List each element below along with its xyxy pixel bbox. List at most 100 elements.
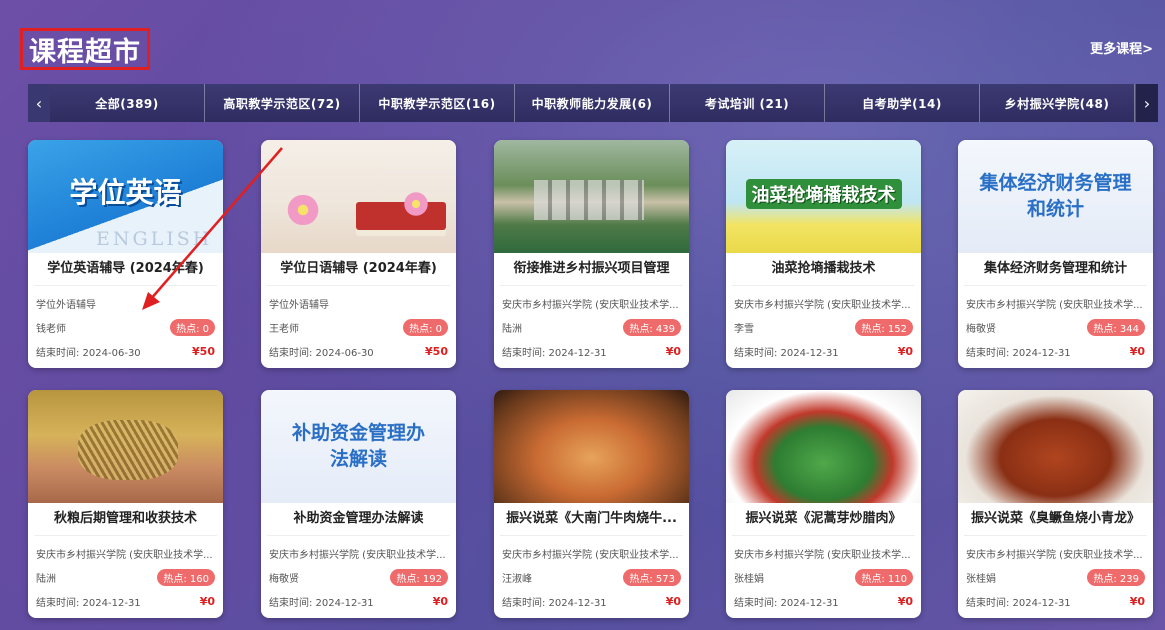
course-price: ¥0	[432, 595, 448, 608]
tabs-next-arrow-icon[interactable]: ›	[1135, 84, 1158, 122]
course-teacher-row: 张桂娟 热点: 239	[966, 569, 1145, 586]
flower-illustration	[283, 195, 323, 225]
course-price: ¥50	[425, 345, 448, 358]
course-teacher: 李雪	[734, 324, 754, 335]
course-org: 安庆市乡村振兴学院 (安庆职业技术学...	[502, 550, 679, 561]
hot-badge: 热点: 573	[623, 569, 681, 586]
course-card[interactable]: 集体经济财务管理和统计 集体经济财务管理和统计 安庆市乡村振兴学院 (安庆职业技…	[958, 140, 1153, 368]
grain-illustration	[78, 420, 178, 480]
more-courses-link[interactable]: 更多课程>	[1090, 38, 1153, 57]
course-end-row: 结束时间: 2024-12-31 ¥0	[734, 344, 913, 359]
course-thumbnail: 油菜抢墒播栽技术	[726, 140, 921, 253]
course-end-row: 结束时间: 2024-06-30 ¥50	[269, 344, 448, 359]
course-thumbnail	[958, 390, 1153, 503]
course-end-row: 结束时间: 2024-12-31 ¥0	[502, 344, 681, 359]
course-end-date: 结束时间: 2024-12-31	[734, 598, 839, 609]
course-card[interactable]: 振兴说菜《泥蒿芽炒腊肉》 安庆市乡村振兴学院 (安庆职业技术学... 张桂娟 热…	[726, 390, 921, 618]
course-teacher-row: 陆洲 热点: 160	[36, 569, 215, 586]
course-card[interactable]: 油菜抢墒播栽技术 油菜抢墒播栽技术 安庆市乡村振兴学院 (安庆职业技术学... …	[726, 140, 921, 368]
thumbnail-caption: 集体经济财务管理和统计	[979, 171, 1132, 220]
flower-illustration	[401, 192, 431, 216]
course-thumbnail: 学位英语 ENGLISH	[28, 140, 223, 253]
hot-badge: 热点: 0	[403, 319, 448, 336]
course-teacher: 陆洲	[36, 574, 56, 585]
course-price: ¥0	[199, 595, 215, 608]
hot-badge: 热点: 439	[623, 319, 681, 336]
course-thumbnail	[494, 140, 689, 253]
course-title: 集体经济财务管理和统计	[964, 253, 1147, 286]
course-end-date: 结束时间: 2024-06-30	[36, 348, 141, 359]
course-card[interactable]: 振兴说菜《臭鳜鱼烧小青龙》 安庆市乡村振兴学院 (安庆职业技术学... 张桂娟 …	[958, 390, 1153, 618]
course-teacher: 梅敬贤	[269, 574, 299, 585]
hot-badge: 热点: 160	[157, 569, 215, 586]
course-teacher: 张桂娟	[966, 574, 996, 585]
thumbnail-subcaption: ENGLISH	[96, 228, 213, 250]
course-teacher-row: 张桂娟 热点: 110	[734, 569, 913, 586]
course-price: ¥0	[1129, 345, 1145, 358]
tab-rural-revitalization[interactable]: 乡村振兴学院(48)	[980, 84, 1135, 122]
course-teacher-row: 梅敬贤 热点: 192	[269, 569, 448, 586]
header: 课程超市 更多课程>	[0, 0, 1165, 80]
course-thumbnail: 集体经济财务管理和统计	[958, 140, 1153, 253]
course-org: 安庆市乡村振兴学院 (安庆职业技术学...	[734, 550, 911, 561]
tab-self-study[interactable]: 自考助学(14)	[825, 84, 980, 122]
course-org: 安庆市乡村振兴学院 (安庆职业技术学...	[966, 300, 1143, 311]
course-org: 安庆市乡村振兴学院 (安庆职业技术学...	[502, 300, 679, 311]
course-org: 安庆市乡村振兴学院 (安庆职业技术学...	[966, 550, 1143, 561]
course-card[interactable]: 补助资金管理办法解读 补助资金管理办法解读 安庆市乡村振兴学院 (安庆职业技术学…	[261, 390, 456, 618]
course-title: 秋粮后期管理和收获技术	[34, 503, 217, 536]
course-price: ¥0	[897, 595, 913, 608]
course-price: ¥0	[897, 345, 913, 358]
tabs-prev-arrow-icon[interactable]: ‹	[28, 84, 50, 122]
village-illustration	[534, 180, 644, 220]
course-end-row: 结束时间: 2024-12-31 ¥0	[269, 594, 448, 609]
course-teacher-row: 钱老师 热点: 0	[36, 319, 215, 336]
course-title: 学位英语辅导 (2024年春)	[34, 253, 217, 286]
category-tabbar: ‹ 全部(389) 高职教学示范区(72) 中职教学示范区(16) 中职教师能力…	[28, 84, 1158, 122]
course-title: 振兴说菜《臭鳜鱼烧小青龙》	[964, 503, 1147, 536]
course-end-date: 结束时间: 2024-12-31	[966, 348, 1071, 359]
course-teacher: 张桂娟	[734, 574, 764, 585]
course-end-date: 结束时间: 2024-12-31	[502, 598, 607, 609]
course-title: 振兴说菜《大南门牛肉烧牛...	[500, 503, 683, 536]
tab-teacher-development[interactable]: 中职教师能力发展(6)	[515, 84, 670, 122]
tab-exam-training[interactable]: 考试培训 (21)	[670, 84, 825, 122]
course-thumbnail	[494, 390, 689, 503]
hot-badge: 热点: 110	[855, 569, 913, 586]
course-end-row: 结束时间: 2024-12-31 ¥0	[36, 594, 215, 609]
tab-secondary-vocational[interactable]: 中职教学示范区(16)	[360, 84, 515, 122]
hot-badge: 热点: 192	[390, 569, 448, 586]
course-teacher: 王老师	[269, 324, 299, 335]
course-end-row: 结束时间: 2024-12-31 ¥0	[734, 594, 913, 609]
course-card[interactable]: 衔接推进乡村振兴项目管理 安庆市乡村振兴学院 (安庆职业技术学... 陆洲 热点…	[494, 140, 689, 368]
course-teacher-row: 陆洲 热点: 439	[502, 319, 681, 336]
tab-higher-vocational[interactable]: 高职教学示范区(72)	[205, 84, 360, 122]
course-price: ¥0	[665, 595, 681, 608]
section-title: 课程超市	[29, 36, 141, 68]
course-org: 学位外语辅导	[36, 300, 96, 311]
thumbnail-caption: 油菜抢墒播栽技术	[745, 178, 902, 209]
course-end-date: 结束时间: 2024-12-31	[502, 348, 607, 359]
course-title: 补助资金管理办法解读	[267, 503, 450, 536]
course-teacher-row: 汪淑峰 热点: 573	[502, 569, 681, 586]
course-title: 衔接推进乡村振兴项目管理	[500, 253, 683, 286]
course-org: 安庆市乡村振兴学院 (安庆职业技术学...	[269, 550, 446, 561]
course-card[interactable]: 振兴说菜《大南门牛肉烧牛... 安庆市乡村振兴学院 (安庆职业技术学... 汪淑…	[494, 390, 689, 618]
course-teacher: 梅敬贤	[966, 324, 996, 335]
course-card[interactable]: 学位日语辅导 (2024年春) 学位外语辅导 王老师 热点: 0 结束时间: 2…	[261, 140, 456, 368]
course-card[interactable]: 秋粮后期管理和收获技术 安庆市乡村振兴学院 (安庆职业技术学... 陆洲 热点:…	[28, 390, 223, 618]
course-card[interactable]: 学位英语 ENGLISH 学位英语辅导 (2024年春) 学位外语辅导 钱老师 …	[28, 140, 223, 368]
course-end-row: 结束时间: 2024-06-30 ¥50	[36, 344, 215, 359]
course-end-date: 结束时间: 2024-12-31	[734, 348, 839, 359]
hot-badge: 热点: 344	[1087, 319, 1145, 336]
tab-all[interactable]: 全部(389)	[50, 84, 205, 122]
course-end-date: 结束时间: 2024-06-30	[269, 348, 374, 359]
hot-badge: 热点: 0	[170, 319, 215, 336]
course-teacher-row: 李雪 热点: 152	[734, 319, 913, 336]
course-teacher: 汪淑峰	[502, 574, 532, 585]
course-title: 学位日语辅导 (2024年春)	[267, 253, 450, 286]
course-org: 安庆市乡村振兴学院 (安庆职业技术学...	[734, 300, 911, 311]
course-org: 安庆市乡村振兴学院 (安庆职业技术学...	[36, 550, 213, 561]
course-title: 油菜抢墒播栽技术	[732, 253, 915, 286]
course-thumbnail	[726, 390, 921, 503]
